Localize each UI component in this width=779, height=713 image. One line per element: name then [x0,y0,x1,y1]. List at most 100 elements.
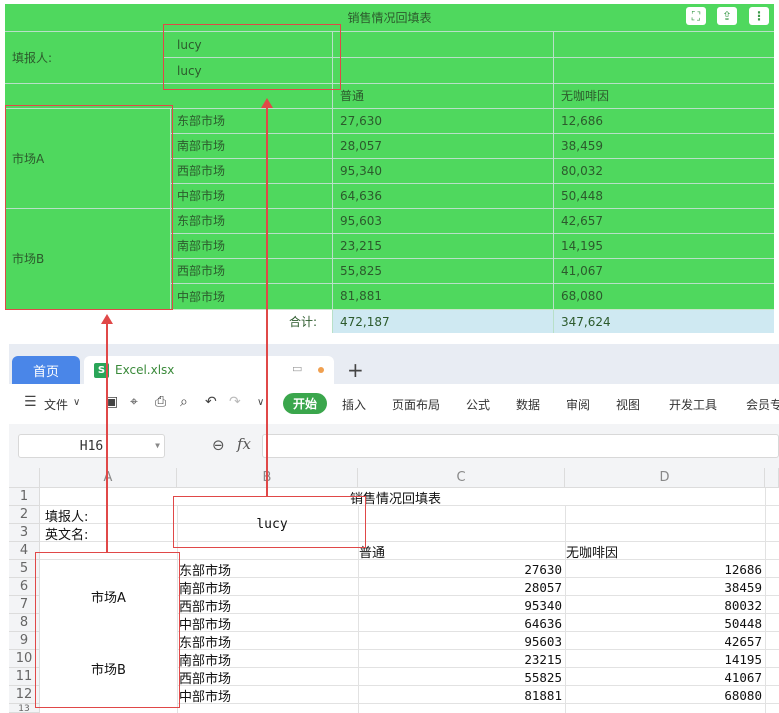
tab-member[interactable]: 会员专 [746,396,779,413]
value-cell[interactable]: 28057 [358,578,562,596]
print-preview-icon[interactable]: ⌕ [180,394,188,410]
format-painter-icon[interactable]: ⌖ [130,394,138,410]
value-cell: 50,448 [561,188,603,203]
total-row: 合计: 472,187 347,624 [5,309,774,333]
redo-icon[interactable]: ↷ [229,394,241,410]
filler-label: 填报人: [12,50,53,65]
annotation-arrow [266,106,268,497]
region-cell[interactable]: 南部市场 [179,650,231,669]
fx-icon[interactable]: fx [237,435,251,453]
value-cell[interactable]: 41067 [565,668,762,686]
region-cell: 南部市场 [177,239,226,253]
tab-developer[interactable]: 开发工具 [669,396,717,413]
value-cell[interactable]: 95340 [358,596,562,614]
tab-formula[interactable]: 公式 [466,396,490,413]
name-box[interactable]: H16 ▼ [18,434,165,458]
tab-excel-file[interactable]: S Excel.xlsx ▭ [84,356,334,384]
zoom-icon[interactable]: ⊖ [212,436,225,454]
col-decaf-cell[interactable]: 无咖啡因 [566,542,618,561]
value-cell: 27,630 [340,113,382,128]
row-header[interactable]: 1 [9,488,40,506]
value-cell[interactable]: 12686 [565,560,762,578]
tab-bar: 首页 S Excel.xlsx ▭ + [9,344,779,384]
tab-start[interactable]: 开始 [283,393,327,414]
value-cell: 42,657 [561,213,603,228]
region-cell[interactable]: 东部市场 [179,632,231,651]
column-header[interactable]: D [565,468,765,488]
row-header[interactable]: 3 [9,524,40,542]
row-header[interactable]: 2 [9,506,40,524]
grid-line [765,488,766,713]
region-cell[interactable]: 南部市场 [179,578,231,597]
value-cell: 55,825 [340,263,382,278]
total-decaf: 347,624 [553,310,774,333]
value-cell: 81,881 [340,289,382,303]
select-all-corner[interactable] [9,468,40,488]
column-header[interactable]: C [358,468,565,488]
highlight-box-report-filler [163,24,341,90]
region-cell[interactable]: 东部市场 [179,560,231,579]
value-cell[interactable]: 64636 [358,614,562,632]
value-cell[interactable]: 23215 [358,650,562,668]
column-header[interactable] [765,468,779,488]
value-cell[interactable]: 95603 [358,632,562,650]
total-label: 合计: [288,315,317,329]
value-cell[interactable]: 81881 [358,686,562,704]
new-tab-button[interactable]: + [347,360,364,380]
tab-review[interactable]: 审阅 [566,396,590,413]
formula-bar: H16 ▼ ⊖ fx [9,424,779,468]
highlight-box-sheet-filler [173,496,366,548]
value-cell: 14,195 [561,238,603,253]
region-cell: 中部市场 [177,189,226,203]
arrow-head-icon [101,314,113,324]
value-cell[interactable]: 42657 [565,632,762,650]
tab-insert[interactable]: 插入 [342,396,366,413]
print-icon[interactable]: ⎙ [155,394,166,410]
value-cell[interactable]: 27630 [358,560,562,578]
dropdown-arrow-icon[interactable]: ▼ [155,441,160,450]
value-cell: 28,057 [340,138,382,153]
region-cell[interactable]: 西部市场 [179,596,231,615]
formula-input[interactable] [262,434,779,458]
tab-view[interactable]: 视图 [616,396,640,413]
value-cell[interactable]: 80032 [565,596,762,614]
filler-label[interactable]: 填报人: [45,506,88,525]
tab-home[interactable]: 首页 [12,356,80,384]
tab-file-label: Excel.xlsx [115,363,175,377]
region-cell[interactable]: 中部市场 [179,686,231,705]
hamburger-icon[interactable]: ☰ [24,394,37,410]
value-cell[interactable]: 38459 [565,578,762,596]
fullscreen-icon[interactable]: ⛶ [686,7,706,25]
total-regular: 472,187 [332,310,553,333]
arrow-head-icon [261,98,273,108]
grid-line [170,233,774,234]
more-chevron-icon[interactable]: ∨ [257,397,264,408]
export-icon[interactable]: ⇪ [717,7,737,25]
menu-file[interactable]: 文件 [44,396,68,413]
value-cell[interactable]: 68080 [565,686,762,704]
value-cell[interactable]: 55825 [358,668,562,686]
undo-icon[interactable]: ↶ [205,394,217,410]
value-cell: 64,636 [340,188,382,203]
monitor-icon[interactable]: ▭ [292,362,302,375]
more-icon[interactable]: ⋮ [749,7,769,25]
unsaved-dot-icon [318,367,324,373]
english-name-label[interactable]: 英文名: [45,524,88,543]
grid-line [170,158,774,159]
column-header[interactable]: A [40,468,177,488]
tab-page-layout[interactable]: 页面布局 [392,396,440,413]
region-cell: 东部市场 [177,214,226,228]
value-cell: 80,032 [561,163,603,178]
chevron-down-icon[interactable]: ∨ [73,397,80,408]
ribbon: ☰ 文件 ∨ ▣ ⌖ ⎙ ⌕ ↶ ↷ ∨ 开始 插入 页面布局 公式 数据 审阅… [9,384,779,424]
report-title: 销售情况回填表 [347,11,432,25]
region-cell[interactable]: 西部市场 [179,668,231,687]
value-cell: 23,215 [340,238,382,253]
value-cell[interactable]: 14195 [565,650,762,668]
grid-line [170,283,774,284]
name-box-value: H16 [79,438,104,454]
value-cell[interactable]: 50448 [565,614,762,632]
tab-data[interactable]: 数据 [516,396,540,413]
region-cell[interactable]: 中部市场 [179,614,231,633]
region-cell: 东部市场 [177,114,226,128]
